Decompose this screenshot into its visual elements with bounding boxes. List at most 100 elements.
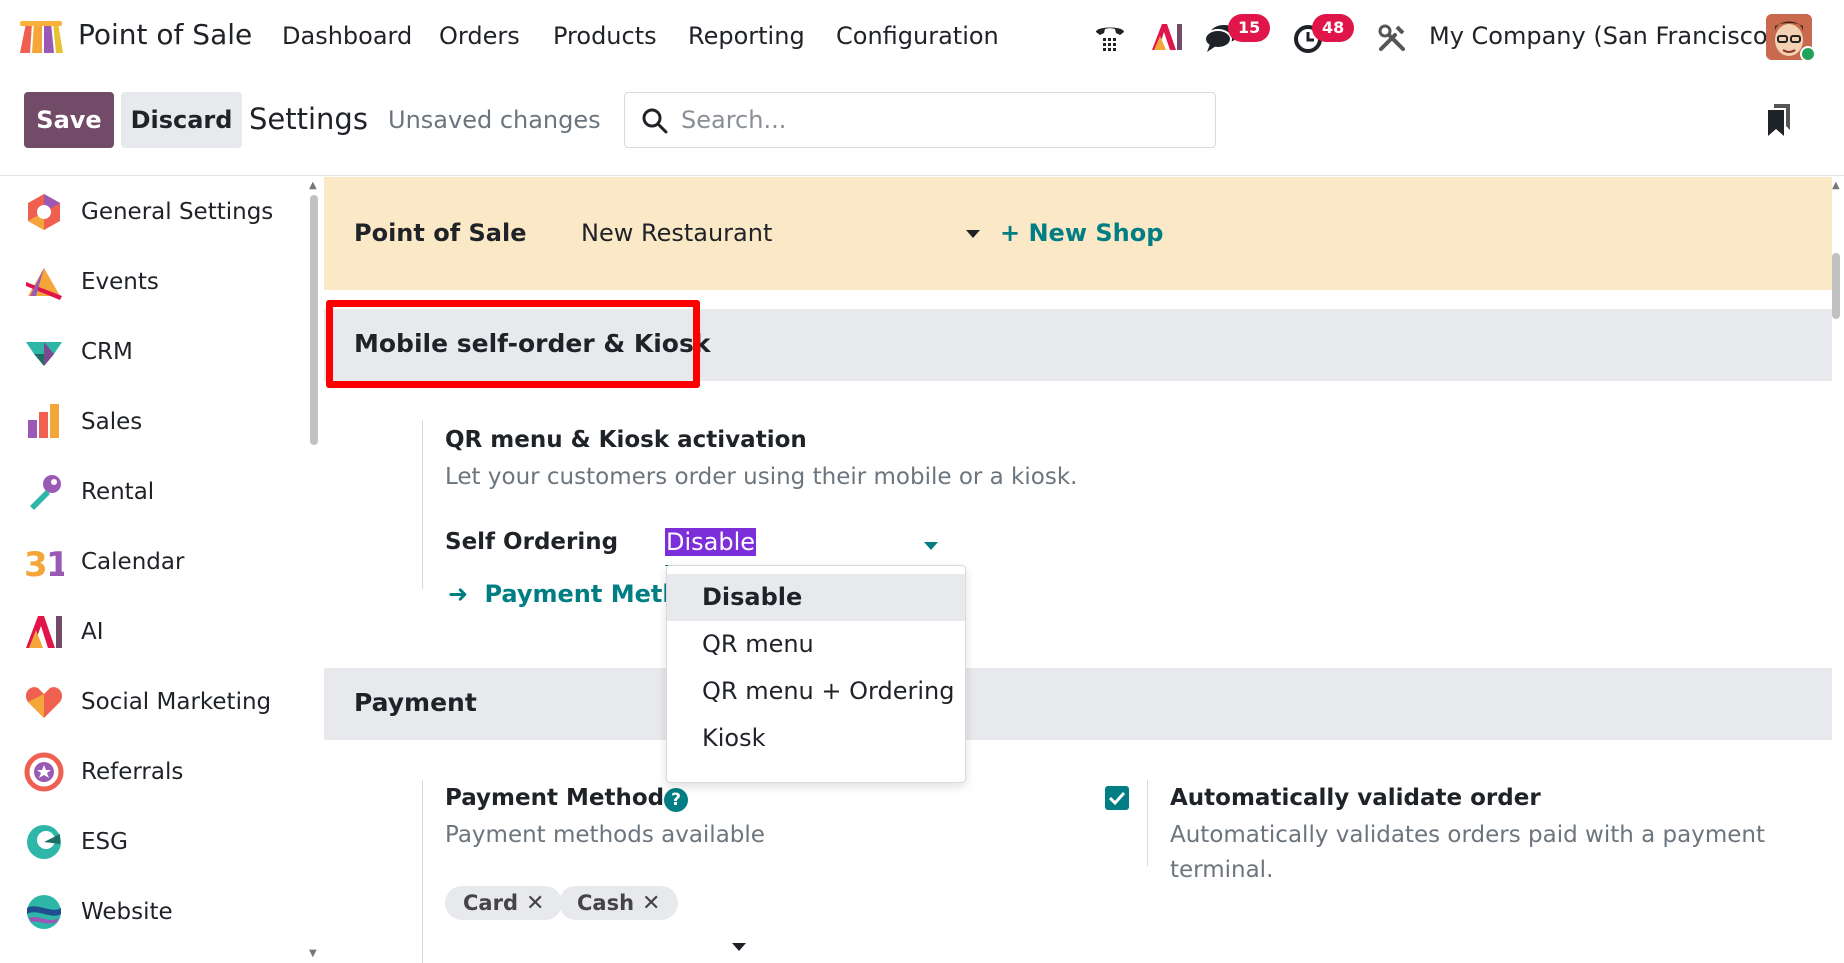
pos-selector-banner: Point of Sale New Restaurant + New Shop: [324, 177, 1832, 290]
sidebar-item-general-settings[interactable]: General Settings: [0, 177, 306, 247]
setting-title: Payment Methods: [445, 785, 678, 811]
app-name[interactable]: Point of Sale: [78, 18, 252, 51]
highlight-box: [326, 300, 700, 388]
self-ordering-select[interactable]: Disable: [665, 526, 947, 566]
payment-methods-link[interactable]: ➜ Payment Metho: [448, 580, 696, 608]
rental-icon: [30, 475, 61, 510]
chevron-down-icon[interactable]: [966, 230, 980, 238]
website-icon: [27, 895, 61, 929]
sidebar-scroll-up-icon[interactable]: ▲: [309, 180, 319, 191]
unsaved-status: Unsaved changes: [388, 106, 601, 134]
save-button[interactable]: Save: [24, 92, 114, 148]
setting-description: Payment methods available: [445, 822, 765, 848]
menu-products[interactable]: Products: [553, 22, 657, 50]
search-icon: [642, 108, 668, 134]
company-switcher[interactable]: My Company (San Francisco): [1429, 22, 1777, 50]
help-icon[interactable]: ?: [664, 788, 688, 812]
esg-icon: [27, 825, 61, 859]
sidebar-item-referrals[interactable]: Referrals: [0, 737, 306, 807]
discard-button[interactable]: Discard: [121, 92, 242, 148]
page-title: Settings: [249, 102, 368, 136]
chevron-down-icon[interactable]: [732, 943, 746, 951]
pos-label: Point of Sale: [354, 219, 527, 247]
select-value: Disable: [665, 528, 757, 556]
setting-title: QR menu & Kiosk activation: [445, 427, 807, 453]
sidebar-item-label: AI: [81, 619, 104, 645]
sidebar-item-events[interactable]: Events: [0, 247, 306, 317]
link-label: Payment Metho: [484, 580, 696, 608]
sidebar-item-rental[interactable]: Rental: [0, 457, 306, 527]
sidebar-item-crm[interactable]: CRM: [0, 317, 306, 387]
tools-icon[interactable]: [1377, 23, 1407, 53]
pos-select[interactable]: New Restaurant: [581, 219, 772, 247]
search-input[interactable]: [681, 93, 1201, 147]
events-icon: [26, 268, 62, 300]
dropdown-option-kiosk[interactable]: Kiosk: [667, 715, 965, 762]
sidebar-item-label: General Settings: [81, 199, 274, 225]
menu-dashboard[interactable]: Dashboard: [282, 22, 412, 50]
sidebar-scrollbar[interactable]: [310, 195, 318, 445]
top-navbar: Point of Sale Dashboard Orders Products …: [0, 0, 1844, 76]
self-ordering-dropdown: Disable QR menu QR menu + Ordering Kiosk: [666, 565, 966, 783]
section-title: Payment: [354, 688, 477, 717]
sidebar-item-label: CRM: [81, 339, 133, 365]
tag-cash: Cash ✕: [559, 886, 679, 920]
settings-main: Point of Sale New Restaurant + New Shop …: [324, 177, 1832, 963]
menu-orders[interactable]: Orders: [439, 22, 520, 50]
sidebar-item-label: Website: [81, 899, 173, 925]
arrow-right-icon: ➜: [448, 580, 469, 608]
setting-divider: [422, 780, 423, 963]
calendar-icon: 3 1: [24, 545, 64, 582]
sidebar-item-label: Events: [81, 269, 159, 295]
sidebar-item-label: Sales: [81, 409, 143, 435]
tag-card: Card ✕: [445, 886, 563, 920]
sidebar-item-website[interactable]: Website: [0, 877, 306, 947]
sidebar-item-label: Referrals: [81, 759, 184, 785]
auto-validate-checkbox[interactable]: [1105, 786, 1129, 810]
dropdown-option-qr-menu[interactable]: QR menu: [667, 621, 965, 668]
svg-text:3: 3: [24, 545, 48, 582]
settings-sidebar: General Settings Events CRM Sales Rental…: [0, 177, 320, 963]
setting-divider: [1147, 780, 1148, 866]
search-box[interactable]: [624, 92, 1216, 148]
setting-divider: [422, 420, 423, 589]
online-status-icon: [1800, 46, 1816, 62]
tag-label: Card: [463, 891, 518, 915]
main-scroll-up-icon[interactable]: ▲: [1832, 180, 1842, 191]
setting-description: Automatically validates orders paid with…: [1170, 822, 1765, 883]
ai-icon[interactable]: [1150, 22, 1184, 52]
setting-title: Automatically validate order: [1170, 785, 1541, 811]
field-label: Self Ordering: [445, 529, 619, 555]
sidebar-item-social-marketing[interactable]: Social Marketing: [0, 667, 306, 737]
main-scrollbar[interactable]: [1832, 253, 1840, 319]
pos-app-icon[interactable]: [18, 19, 64, 55]
menu-configuration[interactable]: Configuration: [836, 22, 999, 50]
sidebar-item-sales[interactable]: Sales: [0, 387, 306, 457]
checkmark-icon: [1108, 791, 1126, 806]
sidebar-item-label: Calendar: [81, 549, 185, 575]
sidebar-item-ai[interactable]: AI: [0, 597, 306, 667]
remove-tag-icon[interactable]: ✕: [526, 891, 544, 916]
section-header-payment: Payment: [324, 668, 1832, 740]
sidebar-item-calendar[interactable]: 3 1 Calendar: [0, 527, 306, 597]
sidebar-scroll-down-icon[interactable]: ▼: [309, 948, 319, 959]
dropdown-option-disable[interactable]: Disable: [667, 574, 965, 621]
sidebar-item-label: Rental: [81, 479, 155, 505]
sidebar-item-esg[interactable]: ESG: [0, 807, 306, 877]
activities-badge: 48: [1312, 14, 1355, 42]
control-panel: Save Discard Settings Unsaved changes: [0, 76, 1844, 176]
messages-badge: 15: [1228, 14, 1271, 42]
remove-tag-icon[interactable]: ✕: [642, 891, 660, 916]
svg-text:1: 1: [46, 545, 64, 582]
chevron-down-icon[interactable]: [924, 542, 938, 550]
new-shop-button[interactable]: + New Shop: [1000, 219, 1163, 247]
ai-app-icon: [26, 616, 62, 648]
sidebar-item-label: ESG: [81, 829, 128, 855]
dropdown-option-qr-menu-ordering[interactable]: QR menu + Ordering: [667, 668, 965, 715]
menu-reporting[interactable]: Reporting: [688, 22, 805, 50]
phone-icon[interactable]: [1093, 22, 1127, 54]
bookmark-icon[interactable]: [1766, 102, 1792, 138]
crm-icon: [26, 342, 62, 366]
tag-label: Cash: [577, 891, 635, 915]
sidebar-item-label: Social Marketing: [81, 689, 272, 715]
